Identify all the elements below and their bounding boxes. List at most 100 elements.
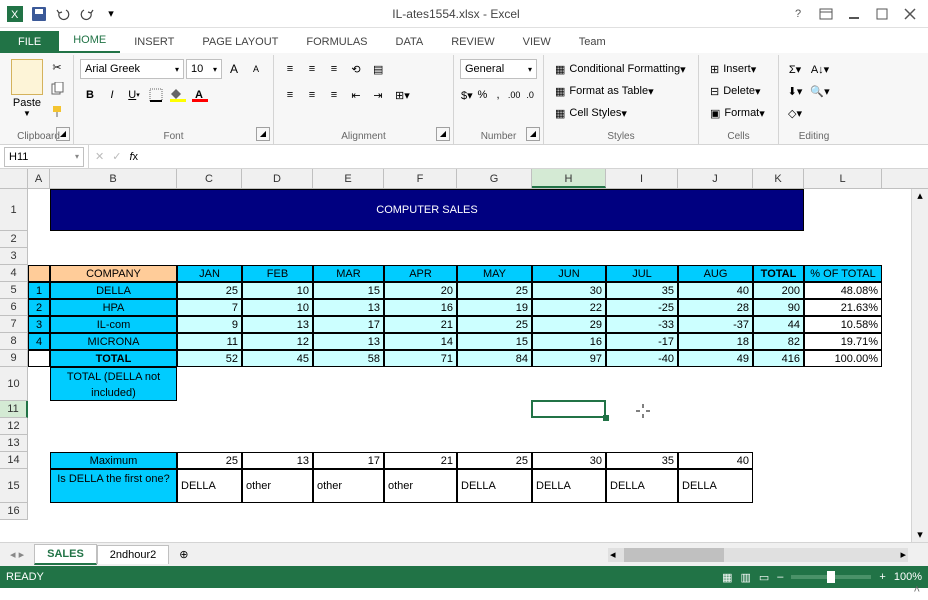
autosum-icon[interactable]: Σ▾ <box>785 59 805 79</box>
zoom-out-icon[interactable]: – <box>777 571 783 583</box>
tab-data[interactable]: DATA <box>382 31 438 53</box>
colhead-L[interactable]: L <box>804 169 882 188</box>
zoom-level[interactable]: 100% <box>894 571 922 583</box>
cell-I14[interactable]: 35 <box>606 452 678 469</box>
cell-B15[interactable]: Is DELLA the first one? <box>50 469 177 503</box>
cell-G6[interactable]: 19 <box>457 299 532 316</box>
cell-K5[interactable]: 200 <box>753 282 804 299</box>
align-left-icon[interactable]: ≡ <box>280 85 300 105</box>
number-dialog-icon[interactable]: ◢ <box>526 127 540 141</box>
cell-K7[interactable]: 44 <box>753 316 804 333</box>
increase-font-icon[interactable]: A <box>224 59 244 79</box>
rowhead-5[interactable]: 5 <box>0 282 28 299</box>
cell-K9[interactable]: 416 <box>753 350 804 367</box>
rowhead-9[interactable]: 9 <box>0 350 28 367</box>
cell-J6[interactable]: 28 <box>678 299 753 316</box>
cell-A8[interactable]: 4 <box>28 333 50 350</box>
rowhead-16[interactable]: 16 <box>0 503 28 520</box>
ribbon-options-icon[interactable] <box>818 6 834 22</box>
cell-J8[interactable]: 18 <box>678 333 753 350</box>
cut-icon[interactable]: ✂ <box>47 57 67 77</box>
colhead-D[interactable]: D <box>242 169 313 188</box>
tab-pagelayout[interactable]: PAGE LAYOUT <box>188 31 292 53</box>
rowhead-13[interactable]: 13 <box>0 435 28 452</box>
cell-A4[interactable] <box>28 265 50 282</box>
font-name-combo[interactable]: Arial Greek▾ <box>80 59 184 79</box>
align-bottom-icon[interactable]: ≡ <box>324 59 344 79</box>
align-top-icon[interactable]: ≡ <box>280 59 300 79</box>
zoom-in-icon[interactable]: + <box>879 571 885 583</box>
minimize-icon[interactable] <box>846 6 862 22</box>
align-middle-icon[interactable]: ≡ <box>302 59 322 79</box>
colhead-H[interactable]: H <box>532 169 606 188</box>
cell-K4[interactable]: TOTAL <box>753 265 804 282</box>
align-right-icon[interactable]: ≡ <box>324 85 344 105</box>
cell-F7[interactable]: 21 <box>384 316 457 333</box>
cell-G8[interactable]: 15 <box>457 333 532 350</box>
paste-button[interactable]: Paste ▼ <box>10 57 44 129</box>
zoom-slider[interactable] <box>791 575 871 579</box>
cell-F5[interactable]: 20 <box>384 282 457 299</box>
cell-F9[interactable]: 71 <box>384 350 457 367</box>
qat-customize-icon[interactable]: ▾ <box>100 3 122 25</box>
cell-J14[interactable]: 40 <box>678 452 753 469</box>
collapse-ribbon-icon[interactable]: ˄ <box>914 584 920 596</box>
conditional-formatting-button[interactable]: ▦ Conditional Formatting ▾ <box>550 59 692 79</box>
sort-filter-icon[interactable]: A↓▾ <box>807 59 833 79</box>
alignment-dialog-icon[interactable]: ◢ <box>436 127 450 141</box>
fx-icon[interactable]: fx <box>129 151 138 163</box>
format-painter-icon[interactable] <box>47 101 67 121</box>
italic-button[interactable]: I <box>102 85 122 105</box>
view-layout-icon[interactable]: ▥ <box>740 571 750 584</box>
select-all-corner[interactable] <box>0 169 28 188</box>
cell-A5[interactable]: 1 <box>28 282 50 299</box>
cell-L4[interactable]: % OF TOTAL <box>804 265 882 282</box>
tab-team[interactable]: Team <box>565 31 620 53</box>
cell-L9[interactable]: 100.00% <box>804 350 882 367</box>
cancel-formula-icon[interactable]: ✕ <box>95 150 104 163</box>
align-center-icon[interactable]: ≡ <box>302 85 322 105</box>
cell-C5[interactable]: 25 <box>177 282 242 299</box>
cell-E9[interactable]: 58 <box>313 350 384 367</box>
cell-I15[interactable]: DELLA <box>606 469 678 503</box>
cell-D6[interactable]: 10 <box>242 299 313 316</box>
cell-I8[interactable]: -17 <box>606 333 678 350</box>
name-box[interactable]: H11▾ <box>4 147 84 167</box>
format-as-table-button[interactable]: ▦ Format as Table ▾ <box>550 81 692 101</box>
colhead-A[interactable]: A <box>28 169 50 188</box>
rowhead-3[interactable]: 3 <box>0 248 28 265</box>
sheet-nav[interactable]: ◂ ▸ <box>0 548 34 561</box>
cell-D5[interactable]: 10 <box>242 282 313 299</box>
cell-F15[interactable]: other <box>384 469 457 503</box>
cell-C15[interactable]: DELLA <box>177 469 242 503</box>
cell-C4[interactable]: JAN <box>177 265 242 282</box>
cell-B8[interactable]: MICRONA <box>50 333 177 350</box>
rowhead-4[interactable]: 4 <box>0 265 28 282</box>
redo-icon[interactable] <box>76 3 98 25</box>
rowhead-2[interactable]: 2 <box>0 231 28 248</box>
cell-L7[interactable]: 10.58% <box>804 316 882 333</box>
vertical-scrollbar[interactable]: ▴▾ <box>911 189 928 542</box>
cell-C7[interactable]: 9 <box>177 316 242 333</box>
cell-D7[interactable]: 13 <box>242 316 313 333</box>
decrease-font-icon[interactable]: A <box>246 59 266 79</box>
tab-home[interactable]: HOME <box>59 29 120 53</box>
cell-E7[interactable]: 17 <box>313 316 384 333</box>
cell-J4[interactable]: AUG <box>678 265 753 282</box>
cell-H14[interactable]: 30 <box>532 452 606 469</box>
cell-C6[interactable]: 7 <box>177 299 242 316</box>
copy-icon[interactable] <box>47 79 67 99</box>
cell-H9[interactable]: 97 <box>532 350 606 367</box>
rowhead-8[interactable]: 8 <box>0 333 28 350</box>
rowhead-1[interactable]: 1 <box>0 189 28 231</box>
cell-B14[interactable]: Maximum <box>50 452 177 469</box>
cell-D15[interactable]: other <box>242 469 313 503</box>
increase-decimal-icon[interactable]: .00 <box>507 85 522 105</box>
cell-B4[interactable]: COMPANY <box>50 265 177 282</box>
cell-E15[interactable]: other <box>313 469 384 503</box>
rowhead-14[interactable]: 14 <box>0 452 28 469</box>
cell-E8[interactable]: 13 <box>313 333 384 350</box>
font-size-combo[interactable]: 10▾ <box>186 59 222 79</box>
cell-D8[interactable]: 12 <box>242 333 313 350</box>
cell-D14[interactable]: 13 <box>242 452 313 469</box>
